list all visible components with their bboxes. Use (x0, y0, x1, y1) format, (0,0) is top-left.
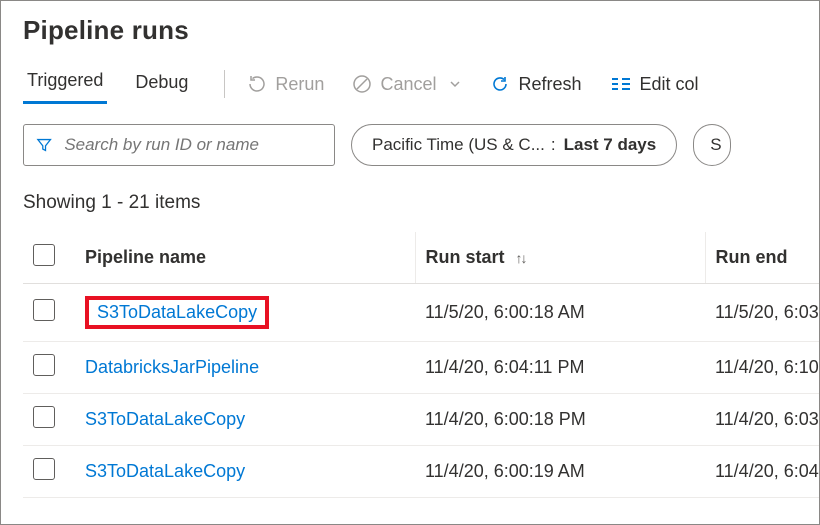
run-start-cell: 11/4/20, 6:04:11 PM (415, 342, 705, 394)
table-row: S3ToDataLakeCopy 11/4/20, 6:00:19 AM11/4/… (23, 446, 819, 498)
col-header-run-start[interactable]: Run start ↑↓ (415, 232, 705, 284)
pipeline-link[interactable]: S3ToDataLakeCopy (85, 461, 245, 481)
pipeline-link[interactable]: S3ToDataLakeCopy (85, 409, 245, 429)
run-start-cell: 11/4/20, 6:00:19 AM (415, 446, 705, 498)
chevron-down-icon (448, 77, 462, 91)
filter-icon (36, 136, 52, 154)
cancel-icon (352, 74, 372, 94)
refresh-icon (490, 74, 510, 94)
col-header-run-end[interactable]: Run end (705, 232, 819, 284)
col-header-pipeline-name[interactable]: Pipeline name (75, 232, 415, 284)
toolbar-divider (224, 70, 225, 98)
pipeline-link[interactable]: S3ToDataLakeCopy (97, 302, 257, 322)
results-count: Showing 1 - 21 items (23, 192, 819, 214)
table-row: DatabricksJarPipeline 11/4/20, 6:04:11 PM… (23, 342, 819, 394)
row-checkbox[interactable] (33, 299, 55, 321)
row-checkbox[interactable] (33, 406, 55, 428)
toolbar: Triggered Debug Rerun Cancel Refresh (23, 64, 819, 104)
table-row: S3ToDataLakeCopy 11/4/20, 6:00:18 PM11/4/… (23, 394, 819, 446)
run-start-cell: 11/5/20, 6:00:18 AM (415, 284, 705, 342)
row-checkbox[interactable] (33, 354, 55, 376)
tab-debug[interactable]: Debug (131, 66, 192, 103)
select-all-checkbox[interactable] (33, 244, 55, 266)
row-checkbox[interactable] (33, 458, 55, 480)
filter-row: Pacific Time (US & C... : Last 7 days S (23, 124, 819, 166)
edit-columns-button[interactable]: Edit col (610, 74, 699, 95)
rerun-button: Rerun (247, 74, 324, 95)
table-row: S3ToDataLakeCopy 11/5/20, 6:00:18 AM11/5/… (23, 284, 819, 342)
run-end-cell: 11/4/20, 6:03: (705, 394, 819, 446)
sort-icon: ↑↓ (516, 250, 526, 266)
run-end-cell: 11/4/20, 6:04: (705, 446, 819, 498)
pipeline-link[interactable]: DatabricksJarPipeline (85, 357, 259, 377)
cancel-button: Cancel (352, 74, 462, 95)
run-start-cell: 11/4/20, 6:00:18 PM (415, 394, 705, 446)
run-end-cell: 11/5/20, 6:03: (705, 284, 819, 342)
rerun-icon (247, 74, 267, 94)
search-input[interactable] (62, 134, 322, 156)
columns-icon (610, 76, 632, 92)
run-end-cell: 11/4/20, 6:10: (705, 342, 819, 394)
runs-table: Pipeline name Run start ↑↓ Run end S3ToD… (23, 232, 819, 498)
tab-triggered[interactable]: Triggered (23, 64, 107, 104)
search-box[interactable] (23, 124, 335, 166)
page-title: Pipeline runs (23, 15, 819, 46)
extra-filter-pill[interactable]: S (693, 124, 731, 166)
refresh-button[interactable]: Refresh (490, 74, 581, 95)
time-filter-pill[interactable]: Pacific Time (US & C... : Last 7 days (351, 124, 677, 166)
